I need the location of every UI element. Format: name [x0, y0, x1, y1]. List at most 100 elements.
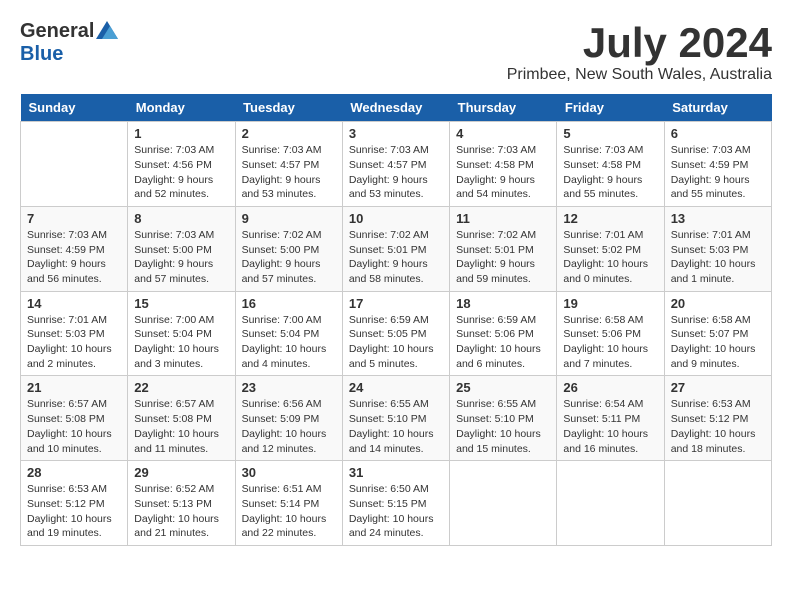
table-row: 15 Sunrise: 7:00 AMSunset: 5:04 PMDayligh…	[128, 291, 235, 376]
day-number: 11	[456, 211, 550, 226]
cell-info: Sunrise: 7:01 AMSunset: 5:03 PMDaylight:…	[27, 313, 121, 372]
calendar-body: 1 Sunrise: 7:03 AMSunset: 4:56 PMDaylight…	[21, 122, 772, 546]
table-row: 17Sunrise: 6:59 AMSunset: 5:05 PMDayligh…	[342, 291, 449, 376]
day-number: 10	[349, 211, 443, 226]
table-row: 27Sunrise: 6:53 AMSunset: 5:12 PMDayligh…	[664, 376, 771, 461]
day-number: 15	[134, 296, 228, 311]
day-number: 29	[134, 465, 228, 480]
table-row: 10 Sunrise: 7:02 AMSunset: 5:01 PMDayligh…	[342, 206, 449, 291]
logo-general-text: General	[20, 20, 94, 43]
day-number: 16	[242, 296, 336, 311]
cell-info: Sunrise: 7:02 AMSunset: 5:01 PMDaylight:…	[349, 228, 443, 287]
table-row	[664, 461, 771, 546]
table-row: 14 Sunrise: 7:01 AMSunset: 5:03 PMDayligh…	[21, 291, 128, 376]
table-row	[21, 122, 128, 207]
table-row: 1 Sunrise: 7:03 AMSunset: 4:56 PMDaylight…	[128, 122, 235, 207]
cell-info: Sunrise: 6:53 AMSunset: 5:12 PMDaylight:…	[27, 482, 121, 541]
table-row: 30 Sunrise: 6:51 AMSunset: 5:14 PMDayligh…	[235, 461, 342, 546]
day-number: 13	[671, 211, 765, 226]
cell-info: Sunrise: 7:03 AMSunset: 4:59 PMDaylight:…	[671, 143, 765, 202]
logo: General Blue	[20, 20, 118, 66]
table-row: 19Sunrise: 6:58 AMSunset: 5:06 PMDayligh…	[557, 291, 664, 376]
day-number: 4	[456, 126, 550, 141]
day-number: 30	[242, 465, 336, 480]
table-row: 16Sunrise: 7:00 AMSunset: 5:04 PMDayligh…	[235, 291, 342, 376]
cell-info: Sunrise: 7:01 AMSunset: 5:03 PMDaylight:…	[671, 228, 765, 287]
table-row: 29Sunrise: 6:52 AMSunset: 5:13 PMDayligh…	[128, 461, 235, 546]
day-number: 8	[134, 211, 228, 226]
table-row: 26 Sunrise: 6:54 AMSunset: 5:11 PMDayligh…	[557, 376, 664, 461]
day-number: 31	[349, 465, 443, 480]
header-cell-saturday: Saturday	[664, 94, 771, 122]
cell-info: Sunrise: 7:03 AMSunset: 4:56 PMDaylight:…	[134, 143, 228, 202]
title-area: July 2024 Primbee, New South Wales, Aust…	[507, 20, 772, 84]
cell-info: Sunrise: 6:54 AMSunset: 5:11 PMDaylight:…	[563, 397, 657, 456]
cell-info: Sunrise: 7:03 AMSunset: 4:58 PMDaylight:…	[563, 143, 657, 202]
logo-blue-text: Blue	[20, 43, 63, 66]
table-row: 28 Sunrise: 6:53 AMSunset: 5:12 PMDayligh…	[21, 461, 128, 546]
table-row: 31 Sunrise: 6:50 AMSunset: 5:15 PMDayligh…	[342, 461, 449, 546]
header-row: SundayMondayTuesdayWednesdayThursdayFrid…	[21, 94, 772, 122]
cell-info: Sunrise: 7:03 AMSunset: 4:57 PMDaylight:…	[242, 143, 336, 202]
table-row: 7 Sunrise: 7:03 AMSunset: 4:59 PMDaylight…	[21, 206, 128, 291]
cell-info: Sunrise: 6:53 AMSunset: 5:12 PMDaylight:…	[671, 397, 765, 456]
header-cell-tuesday: Tuesday	[235, 94, 342, 122]
table-row: 25 Sunrise: 6:55 AMSunset: 5:10 PMDayligh…	[450, 376, 557, 461]
day-number: 2	[242, 126, 336, 141]
cell-info: Sunrise: 6:59 AMSunset: 5:06 PMDaylight:…	[456, 313, 550, 372]
cell-info: Sunrise: 6:58 AMSunset: 5:07 PMDaylight:…	[671, 313, 765, 372]
header-cell-sunday: Sunday	[21, 94, 128, 122]
day-number: 24	[349, 380, 443, 395]
cell-info: Sunrise: 7:03 AMSunset: 4:57 PMDaylight:…	[349, 143, 443, 202]
cell-info: Sunrise: 7:02 AMSunset: 5:01 PMDaylight:…	[456, 228, 550, 287]
header-cell-friday: Friday	[557, 94, 664, 122]
header-cell-monday: Monday	[128, 94, 235, 122]
cell-info: Sunrise: 7:03 AMSunset: 4:59 PMDaylight:…	[27, 228, 121, 287]
table-row: 22 Sunrise: 6:57 AMSunset: 5:08 PMDayligh…	[128, 376, 235, 461]
cell-info: Sunrise: 7:02 AMSunset: 5:00 PMDaylight:…	[242, 228, 336, 287]
cell-info: Sunrise: 6:57 AMSunset: 5:08 PMDaylight:…	[134, 397, 228, 456]
cell-info: Sunrise: 6:58 AMSunset: 5:06 PMDaylight:…	[563, 313, 657, 372]
cell-info: Sunrise: 6:55 AMSunset: 5:10 PMDaylight:…	[456, 397, 550, 456]
cell-info: Sunrise: 6:55 AMSunset: 5:10 PMDaylight:…	[349, 397, 443, 456]
day-number: 26	[563, 380, 657, 395]
table-row: 21 Sunrise: 6:57 AMSunset: 5:08 PMDayligh…	[21, 376, 128, 461]
day-number: 17	[349, 296, 443, 311]
day-number: 21	[27, 380, 121, 395]
cell-info: Sunrise: 7:00 AMSunset: 5:04 PMDaylight:…	[134, 313, 228, 372]
header: General Blue July 2024 Primbee, New Sout…	[20, 20, 772, 84]
day-number: 22	[134, 380, 228, 395]
table-row: 18Sunrise: 6:59 AMSunset: 5:06 PMDayligh…	[450, 291, 557, 376]
cell-info: Sunrise: 7:03 AMSunset: 4:58 PMDaylight:…	[456, 143, 550, 202]
day-number: 6	[671, 126, 765, 141]
table-row: 3 Sunrise: 7:03 AMSunset: 4:57 PMDaylight…	[342, 122, 449, 207]
table-row	[557, 461, 664, 546]
header-cell-wednesday: Wednesday	[342, 94, 449, 122]
table-row: 11 Sunrise: 7:02 AMSunset: 5:01 PMDayligh…	[450, 206, 557, 291]
day-number: 28	[27, 465, 121, 480]
cell-info: Sunrise: 6:50 AMSunset: 5:15 PMDaylight:…	[349, 482, 443, 541]
cell-info: Sunrise: 6:56 AMSunset: 5:09 PMDaylight:…	[242, 397, 336, 456]
day-number: 3	[349, 126, 443, 141]
cell-info: Sunrise: 7:03 AMSunset: 5:00 PMDaylight:…	[134, 228, 228, 287]
table-row: 5 Sunrise: 7:03 AMSunset: 4:58 PMDaylight…	[557, 122, 664, 207]
cell-info: Sunrise: 7:01 AMSunset: 5:02 PMDaylight:…	[563, 228, 657, 287]
day-number: 23	[242, 380, 336, 395]
table-row	[450, 461, 557, 546]
logo-icon	[96, 21, 118, 39]
day-number: 1	[134, 126, 228, 141]
table-row: 24 Sunrise: 6:55 AMSunset: 5:10 PMDayligh…	[342, 376, 449, 461]
day-number: 14	[27, 296, 121, 311]
day-number: 7	[27, 211, 121, 226]
cell-info: Sunrise: 6:57 AMSunset: 5:08 PMDaylight:…	[27, 397, 121, 456]
table-row: 2 Sunrise: 7:03 AMSunset: 4:57 PMDaylight…	[235, 122, 342, 207]
week-row-4: 28 Sunrise: 6:53 AMSunset: 5:12 PMDayligh…	[21, 461, 772, 546]
table-row: 13 Sunrise: 7:01 AMSunset: 5:03 PMDayligh…	[664, 206, 771, 291]
cell-info: Sunrise: 6:51 AMSunset: 5:14 PMDaylight:…	[242, 482, 336, 541]
week-row-0: 1 Sunrise: 7:03 AMSunset: 4:56 PMDaylight…	[21, 122, 772, 207]
location-text: Primbee, New South Wales, Australia	[507, 66, 772, 84]
table-row: 8 Sunrise: 7:03 AMSunset: 5:00 PMDaylight…	[128, 206, 235, 291]
day-number: 25	[456, 380, 550, 395]
day-number: 5	[563, 126, 657, 141]
calendar-table: SundayMondayTuesdayWednesdayThursdayFrid…	[20, 94, 772, 546]
